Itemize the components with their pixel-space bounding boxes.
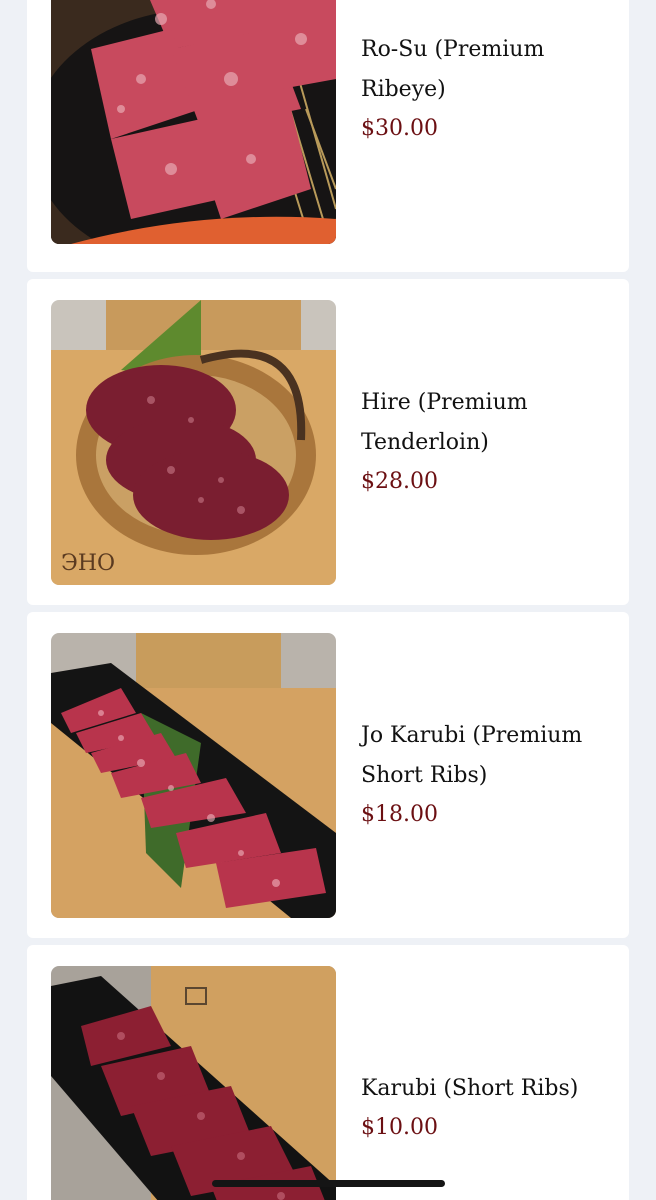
menu-item-photo xyxy=(51,966,336,1200)
menu-item-card[interactable]: Ro-Su (Premium Ribeye) $30.00 xyxy=(27,0,629,272)
menu-item-list: Ro-Su (Premium Ribeye) $30.00 ЭНО Hire (… xyxy=(0,0,656,1200)
menu-item-name: Hire (Premium Tenderloin) xyxy=(361,390,528,455)
menu-item-card[interactable]: Jo Karubi (Premium Short Ribs) $18.00 xyxy=(27,612,629,938)
menu-item-name: Karubi (Short Ribs) xyxy=(361,1076,579,1101)
menu-item-photo xyxy=(51,633,336,918)
menu-item-name: Jo Karubi (Premium Short Ribs) xyxy=(361,723,583,788)
board-engraving: ЭНО xyxy=(61,551,115,576)
menu-item-info: Hire (Premium Tenderloin) $28.00 xyxy=(361,383,605,501)
menu-item-card[interactable]: Karubi (Short Ribs) $10.00 xyxy=(27,945,629,1200)
menu-item-photo: ЭНО xyxy=(51,300,336,585)
menu-item-price: $18.00 xyxy=(361,802,438,827)
menu-item-price: $10.00 xyxy=(361,1115,438,1140)
menu-item-info: Jo Karubi (Premium Short Ribs) $18.00 xyxy=(361,716,605,834)
menu-item-info: Ro-Su (Premium Ribeye) $30.00 xyxy=(361,30,605,148)
menu-item-info: Karubi (Short Ribs) $10.00 xyxy=(361,1069,605,1147)
menu-item-price: $30.00 xyxy=(361,116,438,141)
menu-item-price: $28.00 xyxy=(361,469,438,494)
menu-item-photo xyxy=(51,0,336,244)
menu-item-card[interactable]: ЭНО Hire (Premium Tenderloin) $28.00 xyxy=(27,279,629,605)
home-indicator[interactable] xyxy=(212,1180,445,1187)
menu-item-name: Ro-Su (Premium Ribeye) xyxy=(361,37,545,102)
